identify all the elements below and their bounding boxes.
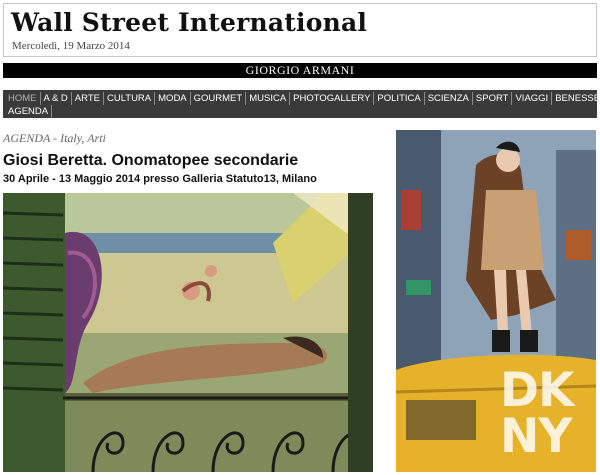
dkny-logo-line1: DK — [500, 363, 574, 418]
side-ad-dkny[interactable]: DK NY — [396, 130, 596, 472]
nav-item-a-d[interactable]: A & D — [41, 92, 72, 105]
nav-item-cultura[interactable]: CULTURA — [104, 92, 156, 105]
nav-item-agenda[interactable]: AGENDA — [5, 105, 53, 118]
article-section-label[interactable]: AGENDA - Italy, Arti — [3, 131, 106, 146]
nav-item-photogallery[interactable]: PHOTOGALLERY — [290, 92, 375, 105]
nav-row-1: HOME A & D ARTE CULTURA MODA GOURMET MUS… — [5, 92, 600, 105]
main-navigation: HOME A & D ARTE CULTURA MODA GOURMET MUS… — [3, 90, 600, 118]
nav-item-arte[interactable]: ARTE — [72, 92, 104, 105]
nav-item-moda[interactable]: MODA — [155, 92, 191, 105]
article-subtitle: 30 Aprile - 13 Maggio 2014 presso Galler… — [3, 173, 317, 185]
nav-item-gourmet[interactable]: GOURMET — [191, 92, 247, 105]
nav-item-benessere[interactable]: BENESSERE — [552, 92, 600, 105]
nav-item-musica[interactable]: MUSICA — [246, 92, 291, 105]
site-logo[interactable]: Wall Street International — [11, 8, 367, 37]
dkny-logo: DK NY — [500, 363, 590, 464]
masthead: Wall Street International Mercoledì, 19 … — [3, 3, 597, 57]
ad-banner-armani[interactable]: GIORGIO ARMANI — [3, 63, 597, 78]
nav-item-scienza[interactable]: SCIENZA — [425, 92, 473, 105]
dkny-logo-line2: NY — [500, 409, 572, 464]
nav-item-sport[interactable]: SPORT — [473, 92, 513, 105]
article-title[interactable]: Giosi Beretta. Onomatopee secondarie — [3, 152, 298, 170]
current-date: Mercoledì, 19 Marzo 2014 — [12, 40, 130, 52]
nav-item-viaggi[interactable]: VIAGGI — [512, 92, 553, 105]
painting-artwork — [3, 193, 373, 472]
nav-item-home[interactable]: HOME — [5, 92, 41, 105]
nav-item-politica[interactable]: POLITICA — [374, 92, 425, 105]
nav-row-2: AGENDA — [5, 105, 53, 118]
article-image-painting[interactable] — [3, 193, 373, 472]
